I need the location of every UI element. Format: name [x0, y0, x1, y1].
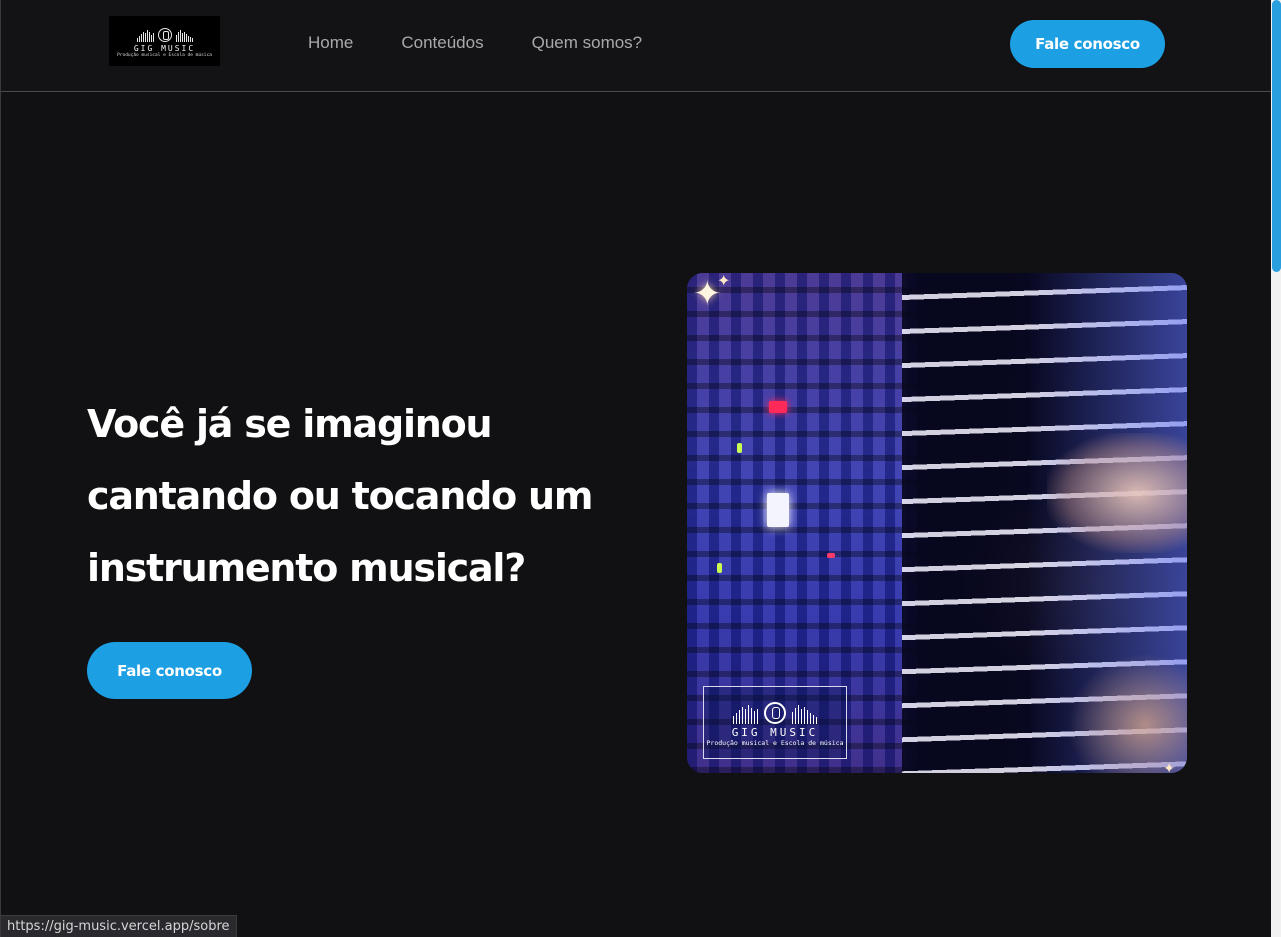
- equalizer-bar: [804, 706, 805, 724]
- equalizer-bar: [183, 31, 185, 42]
- equalizer-icon: [136, 24, 193, 42]
- equalizer-bar: [142, 31, 144, 42]
- equalizer-bar: [748, 704, 749, 724]
- microphone-icon: [764, 701, 786, 724]
- equalizer-bar: [138, 35, 140, 42]
- nav-item-conteudos[interactable]: Conteúdos: [401, 33, 483, 53]
- nav-item-quem-somos[interactable]: Quem somos?: [532, 33, 643, 53]
- logo-tagline: Produção musical e Escola de música: [117, 52, 212, 58]
- led-green-2: [717, 563, 722, 573]
- equalizer-bar: [185, 33, 187, 42]
- equalizer-bar: [801, 708, 802, 724]
- led-red-2: [827, 553, 835, 558]
- equalizer-bar: [745, 708, 746, 724]
- watermark-tagline: Produção musical e Escola de música: [706, 738, 844, 747]
- hands-lower: [1067, 653, 1187, 773]
- sparkle-corner-icon: ✦: [1163, 761, 1175, 773]
- equalizer-bar: [792, 711, 793, 724]
- equalizer-bar: [181, 32, 183, 42]
- nav-item-home[interactable]: Home: [308, 33, 353, 53]
- hero-title: Você já se imaginou cantando ou tocando …: [87, 402, 593, 590]
- equalizer-bar: [733, 715, 734, 724]
- equalizer-bar: [140, 33, 142, 42]
- equalizer-bar: [189, 36, 191, 42]
- equalizer-bar: [146, 29, 148, 42]
- logo[interactable]: GIG MUSIC Produção musical e Escola de m…: [109, 16, 220, 66]
- equalizer-bar: [736, 712, 737, 724]
- equalizer-bar: [136, 37, 138, 42]
- image-watermark-logo: GIG MUSIC Produção musical e Escola de m…: [703, 686, 847, 759]
- logo-brand: GIG MUSIC: [133, 43, 196, 53]
- header-contact-button[interactable]: Fale conosco: [1010, 20, 1165, 68]
- equalizer-bar: [191, 37, 193, 42]
- display-screen: [767, 493, 789, 527]
- equalizer-bar: [144, 32, 146, 42]
- sparkle-small-icon: ✦: [717, 273, 731, 290]
- equalizer-bar: [175, 34, 177, 42]
- equalizer-bar: [810, 712, 811, 724]
- equalizer-bar: [150, 34, 152, 42]
- site-header: GIG MUSIC Produção musical e Escola de m…: [1, 0, 1271, 92]
- hands: [1047, 433, 1187, 553]
- equalizer-bar: [177, 31, 179, 42]
- browser-status-url: https://gig-music.vercel.app/sobre: [1, 915, 237, 937]
- vertical-scrollbar[interactable]: [1271, 0, 1281, 937]
- scrollbar-thumb[interactable]: [1272, 0, 1281, 272]
- equalizer-bar: [807, 709, 808, 724]
- equalizer-bar: [816, 716, 817, 724]
- equalizer-bar: [754, 710, 755, 724]
- equalizer-bar: [152, 32, 154, 42]
- led-green: [737, 443, 742, 453]
- led-red: [769, 401, 787, 413]
- main-nav: Home Conteúdos Quem somos?: [308, 33, 642, 53]
- equalizer-bar: [757, 708, 758, 724]
- hero-image: ✦ ✦ ✦ GIG MUSIC Produção musical e Escol…: [687, 273, 1187, 773]
- equalizer-bar: [813, 714, 814, 724]
- microphone-icon: [157, 27, 172, 42]
- equalizer-bar: [795, 707, 796, 724]
- page: GIG MUSIC Produção musical e Escola de m…: [0, 0, 1281, 937]
- watermark-brand: GIG MUSIC: [731, 725, 819, 739]
- equalizer-bar: [742, 706, 743, 724]
- equalizer-bar: [148, 31, 150, 42]
- equalizer-bar: [798, 704, 799, 724]
- hero-contact-button[interactable]: Fale conosco: [87, 642, 252, 699]
- equalizer-icon: [733, 698, 817, 724]
- equalizer-bar: [739, 709, 740, 724]
- equalizer-bar: [751, 707, 752, 724]
- equalizer-bar: [179, 29, 181, 42]
- equalizer-bar: [187, 35, 189, 42]
